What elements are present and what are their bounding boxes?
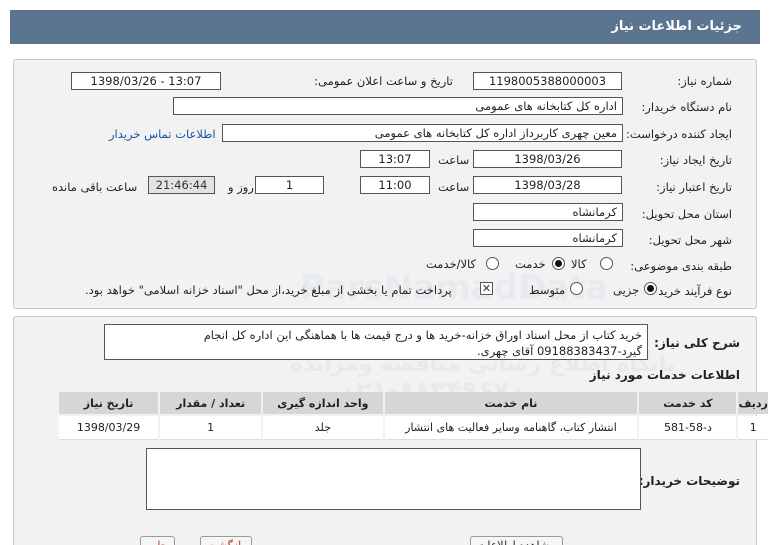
need-number-field[interactable]: 1198005388000003 [473, 72, 622, 90]
cell-unit: جلد [263, 416, 383, 440]
created-time-label: ساعت [438, 153, 470, 167]
province-field[interactable]: کرمانشاه [473, 203, 623, 221]
process-radio-minor[interactable] [644, 282, 657, 295]
province-label: استان محل تحویل: [641, 207, 732, 221]
announce-field[interactable]: 1398/03/26 - 13:07 [71, 72, 221, 90]
col-qty-header: تعداد / مقدار [160, 392, 262, 414]
city-field[interactable]: کرمانشاه [473, 229, 623, 247]
buyer-notes-label: توضیحات خریدار: [638, 474, 740, 488]
remaining-time-field: 21:46:44 [148, 176, 215, 194]
category-radio-goods[interactable] [600, 257, 613, 270]
col-code-header: کد خدمت [639, 392, 737, 414]
buyer-notes-field [146, 448, 641, 510]
back-button[interactable]: بازگشت [200, 536, 252, 545]
treasury-payment-note: پرداخت تمام یا بخشی از مبلغ خرید،از محل … [85, 283, 452, 297]
cell-qty: 1 [160, 416, 262, 440]
table-row: 1 د-58-581 انتشار کتاب، گاهنامه وسایر فع… [59, 416, 768, 440]
validity-time-field[interactable]: 11:00 [360, 176, 430, 194]
validity-time-label: ساعت [438, 180, 470, 194]
category-option-goods-service: کالا/خدمت [426, 257, 477, 271]
col-row-header: ردیف [738, 392, 768, 414]
created-label: تاریخ ایجاد نیاز: [659, 153, 732, 167]
created-date-field[interactable]: 1398/03/26 [473, 150, 622, 168]
category-radio-service[interactable] [552, 257, 565, 270]
category-option-service: خدمت [515, 257, 546, 271]
cell-row: 1 [738, 416, 768, 440]
days-label: روز و [228, 180, 254, 194]
cell-name: انتشار کتاب، گاهنامه وسایر فعالیت های ان… [384, 416, 638, 440]
created-time-field[interactable]: 13:07 [360, 150, 430, 168]
announce-label: تاریخ و ساعت اعلان عمومی: [314, 74, 453, 88]
remaining-label: ساعت باقی مانده [52, 180, 138, 194]
validity-days-field[interactable]: 1 [255, 176, 324, 194]
requester-label: ایجاد کننده درخواست: [626, 127, 732, 141]
validity-date-field[interactable]: 1398/03/28 [473, 176, 622, 194]
requester-field[interactable]: معین چهری کاربرداز اداره کل کتابخانه های… [222, 124, 623, 142]
summary-label: شرح کلی نیاز: [654, 336, 740, 350]
validity-label: تاریخ اعتبار نیاز: [656, 180, 732, 194]
page-title-bar: جزئیات اطلاعات نیاز [10, 10, 760, 44]
process-option-medium: متوسط [529, 283, 566, 297]
category-radio-goods-service[interactable] [486, 257, 499, 270]
view-info-button[interactable]: مشاهده اطلاعات [470, 536, 563, 545]
summary-text: خرید کتاب از محل اسناد اوراق خزانه-خرید … [104, 324, 648, 360]
services-title: اطلاعات خدمات مورد نیاز [589, 368, 740, 382]
process-label: نوع فرآیند خرید : [650, 284, 732, 298]
cell-code: د-58-581 [639, 416, 737, 440]
page-title: جزئیات اطلاعات نیاز [611, 19, 742, 34]
print-button[interactable]: چاپ [140, 536, 175, 545]
cell-date: 1398/03/29 [59, 416, 159, 440]
process-radio-medium[interactable] [570, 282, 583, 295]
col-date-header: تاریخ نیاز [59, 392, 159, 414]
category-option-goods: کالا [571, 257, 587, 271]
category-label: طبقه بندی موضوعی: [630, 259, 732, 273]
table-header-row: ردیف کد خدمت نام خدمت واحد اندازه گیری ت… [59, 392, 768, 414]
city-label: شهر محل تحویل: [648, 233, 732, 247]
need-number-label: شماره نیاز: [677, 74, 732, 88]
buyer-org-field[interactable]: اداره کل کتابخانه های عمومی [173, 97, 623, 115]
col-name-header: نام خدمت [384, 392, 638, 414]
process-option-minor: جزیی [613, 283, 640, 297]
treasury-payment-checkbox[interactable]: ✕ [480, 282, 493, 295]
services-table: ردیف کد خدمت نام خدمت واحد اندازه گیری ت… [57, 390, 770, 442]
buyer-contact-link[interactable]: اطلاعات تماس خریدار [109, 127, 216, 141]
col-unit-header: واحد اندازه گیری [263, 392, 383, 414]
buyer-org-label: نام دستگاه خریدار: [641, 100, 732, 114]
